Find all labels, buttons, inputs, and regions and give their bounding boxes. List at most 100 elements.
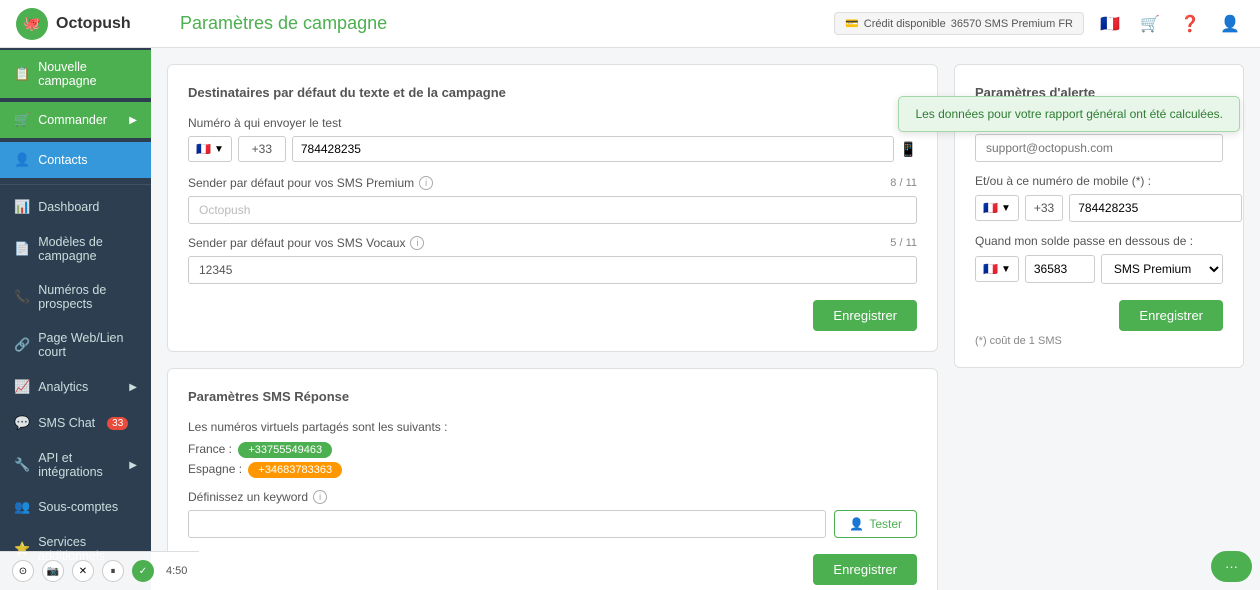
- chevron-icon-commander: ▶: [129, 115, 137, 126]
- sidebar-item-label-page-web: Page Web/Lien court: [38, 331, 137, 359]
- sender-vocaux-info-icon[interactable]: i: [410, 236, 424, 250]
- media-ctrl-pause[interactable]: ⏸: [102, 560, 124, 582]
- sidebar-item-label-modeles: Modèles de campagne: [38, 235, 137, 263]
- mobile-flag-chevron: ▼: [1001, 203, 1011, 214]
- keyword-info-icon[interactable]: i: [313, 490, 327, 504]
- keyword-tester-button[interactable]: 👤 Tester: [834, 510, 917, 538]
- espagne-label: Espagne :: [188, 462, 242, 476]
- card1-save-row: Enregistrer: [188, 300, 917, 331]
- sms-type-select[interactable]: SMS Premium SMS Low Cost SMS Vocaux: [1101, 254, 1223, 284]
- sender-premium-info-icon[interactable]: i: [419, 176, 433, 190]
- threshold-row: Quand mon solde passe en dessous de : 🇫🇷…: [975, 234, 1223, 284]
- media-ctrl-1[interactable]: ⊙: [12, 560, 34, 582]
- credit-badge: 💳 Crédit disponible 36570 SMS Premium FR: [834, 12, 1084, 35]
- threshold-input[interactable]: [1025, 255, 1095, 283]
- logo-icon: 🐙: [16, 8, 48, 40]
- right-panel: Paramètres d'alerte Envoyez moi l'email …: [954, 64, 1244, 590]
- threshold-flag-chevron: ▼: [1001, 264, 1011, 275]
- email-input[interactable]: [975, 134, 1223, 162]
- notification-bubble: Les données pour votre rapport général o…: [898, 96, 1240, 132]
- chevron-icon-api: ▶: [129, 460, 137, 471]
- contacts-icon: 👤: [14, 152, 30, 168]
- alert-save-button[interactable]: Enregistrer: [1119, 300, 1223, 331]
- sidebar-item-label-smschat: SMS Chat: [38, 416, 95, 430]
- sidebar-item-sous-comptes[interactable]: 👥 Sous-comptes: [0, 489, 151, 525]
- sidebar-item-label-nouvelle-campagne: Nouvelle campagne: [38, 60, 137, 88]
- sidebar-item-dashboard[interactable]: 📊 Dashboard: [0, 189, 151, 225]
- analytics-icon: 📈: [14, 379, 30, 395]
- sender-premium-label-row: Sender par défaut pour vos SMS Premium i…: [188, 176, 917, 190]
- sidebar-item-api[interactable]: 🔧 API et intégrations ▶: [0, 441, 151, 489]
- mobile-input[interactable]: [1069, 194, 1242, 222]
- sidebar-item-label-sous-comptes: Sous-comptes: [38, 500, 118, 514]
- sender-vocaux-count: 5 / 11: [890, 237, 917, 249]
- left-panel: Destinataires par défaut du texte et de …: [167, 64, 938, 590]
- sidebar-item-numeros[interactable]: 📞 Numéros de prospects: [0, 273, 151, 321]
- api-icon: 🔧: [14, 457, 30, 473]
- sender-vocaux-input[interactable]: [188, 256, 917, 284]
- credit-value: 36570 SMS Premium FR: [951, 18, 1073, 30]
- virtual-numbers-text: Les numéros virtuels partagés sont les s…: [188, 420, 917, 434]
- topbar: 🐙 Octopush Paramètres de campagne 💳 Créd…: [0, 0, 1260, 48]
- mobile-country-code: +33: [1025, 195, 1063, 221]
- card1-save-button[interactable]: Enregistrer: [813, 300, 917, 331]
- sidebar-item-analytics[interactable]: 📈 Analytics ▶: [0, 369, 151, 405]
- test-phone-input[interactable]: [292, 136, 894, 162]
- keyword-input[interactable]: [188, 510, 826, 538]
- sender-premium-input[interactable]: [188, 196, 917, 224]
- threshold-flag-button[interactable]: 🇫🇷 ▼: [975, 256, 1019, 282]
- keyword-row: 👤 Tester: [188, 510, 917, 538]
- sidebar-item-label-numeros: Numéros de prospects: [38, 283, 137, 311]
- threshold-input-row: 🇫🇷 ▼ SMS Premium SMS Low Cost SMS Vocaux: [975, 254, 1223, 284]
- mobile-input-row: 🇫🇷 ▼ +33: [975, 194, 1223, 222]
- keyword-label-row: Définissez un keyword i: [188, 490, 917, 504]
- credit-label: Crédit disponible: [864, 18, 946, 30]
- sous-comptes-icon: 👥: [14, 499, 30, 515]
- commander-icon: 🛒: [14, 112, 30, 128]
- media-ctrl-confirm[interactable]: ✓: [132, 560, 154, 582]
- threshold-label: Quand mon solde passe en dessous de :: [975, 234, 1223, 248]
- mobile-row: Et/ou à ce numéro de mobile (*) : 🇫🇷 ▼ +…: [975, 174, 1223, 222]
- test-flag-button[interactable]: 🇫🇷 ▼: [188, 136, 232, 162]
- logo-text: Octopush: [56, 15, 131, 33]
- smschat-badge: 33: [107, 417, 128, 430]
- sidebar-item-commander[interactable]: 🛒 Commander ▶: [0, 102, 151, 138]
- sidebar-item-modeles[interactable]: 📄 Modèles de campagne: [0, 225, 151, 273]
- alert-save-row: Enregistrer: [975, 300, 1223, 331]
- sidebar-item-contacts[interactable]: 👤 Contacts: [0, 142, 151, 178]
- media-ctrl-close[interactable]: ✕: [72, 560, 94, 582]
- test-flag-icon: 🇫🇷: [196, 142, 211, 156]
- help-icon[interactable]: ❓: [1176, 10, 1204, 38]
- sidebar-item-label-analytics: Analytics: [38, 380, 88, 394]
- test-flag-chevron: ▼: [214, 144, 224, 155]
- sidebar: 📋 Nouvelle campagne 🛒 Commander ▶ 👤 Cont…: [0, 48, 151, 590]
- card-destinataires-title: Destinataires par défaut du texte et de …: [188, 85, 917, 100]
- card-sms-reponse: Paramètres SMS Réponse Les numéros virtu…: [167, 368, 938, 590]
- sidebar-item-smschat[interactable]: 💬 SMS Chat 33: [0, 405, 151, 441]
- card-destinataires: Destinataires par défaut du texte et de …: [167, 64, 938, 352]
- flag-icon[interactable]: 🇫🇷: [1096, 10, 1124, 38]
- test-country-code: +33: [238, 136, 286, 162]
- campagne-icon: 📋: [14, 66, 30, 82]
- cart-icon[interactable]: 🛒: [1136, 10, 1164, 38]
- test-number-row: 🇫🇷 ▼ +33 📱: [188, 136, 917, 162]
- sidebar-item-label-contacts: Contacts: [38, 153, 87, 167]
- smschat-icon: 💬: [14, 415, 30, 431]
- mobile-label: Et/ou à ce numéro de mobile (*) :: [975, 174, 1223, 188]
- user-icon[interactable]: 👤: [1216, 10, 1244, 38]
- sidebar-item-page-web[interactable]: 🔗 Page Web/Lien court: [0, 321, 151, 369]
- media-ctrl-2[interactable]: 📷: [42, 560, 64, 582]
- mobile-flag-button[interactable]: 🇫🇷 ▼: [975, 195, 1019, 221]
- sidebar-item-label-api: API et intégrations: [38, 451, 121, 479]
- espagne-number-tag: +34683783363: [248, 462, 342, 478]
- sidebar-item-nouvelle-campagne[interactable]: 📋 Nouvelle campagne: [0, 50, 151, 98]
- topbar-right: 💳 Crédit disponible 36570 SMS Premium FR…: [834, 10, 1244, 38]
- page-web-icon: 🔗: [14, 337, 30, 353]
- mobile-flag-icon: 🇫🇷: [983, 201, 998, 215]
- chat-bubble[interactable]: ···: [1211, 551, 1252, 582]
- sidebar-item-label-dashboard: Dashboard: [38, 200, 99, 214]
- card2-save-button[interactable]: Enregistrer: [813, 554, 917, 585]
- dashboard-icon: 📊: [14, 199, 30, 215]
- tester-user-icon: 👤: [849, 517, 864, 531]
- credit-icon: 💳: [845, 17, 859, 30]
